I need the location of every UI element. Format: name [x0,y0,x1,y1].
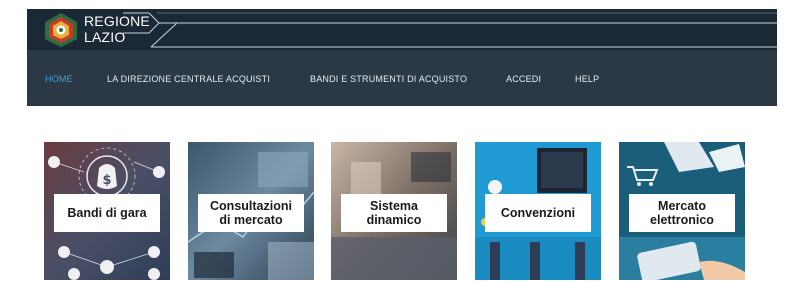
main-navbar: HOME LA DIREZIONE CENTRALE ACQUISTI BAND… [27,50,777,106]
svg-text:$: $ [102,173,111,188]
tile-label: Convenzioni [485,194,591,232]
tile-consultazioni-di-mercato[interactable]: Consultazioni di mercato [188,142,314,280]
tile-label: Consultazioni di mercato [198,194,304,232]
tile-label: Sistema dinamico [341,194,447,232]
tile-convenzioni[interactable]: Convenzioni [475,142,601,280]
tile-sistema-dinamico[interactable]: Sistema dinamico [331,142,457,280]
tile-label: Bandi di gara [54,194,160,232]
nav-bandi-strumenti-acquisto[interactable]: BANDI E STRUMENTI DI ACQUISTO [310,74,467,84]
nav-help[interactable]: HELP [575,74,599,84]
brand-line-1: REGIONE [84,13,150,29]
tile-label: Mercato elettronico [629,194,735,232]
tile-bandi-di-gara[interactable]: $ Bandi di gara [44,142,170,280]
tile-mercato-elettronico[interactable]: Mercato elettronico [619,142,745,280]
brand-line-2: LAZIO [84,29,126,45]
nav-home[interactable]: HOME [45,74,73,84]
nav-accedi[interactable]: ACCEDI [506,74,541,84]
regione-lazio-logo[interactable] [43,12,79,48]
brand-name[interactable]: REGIONE LAZIO [84,13,150,45]
nav-direzione-centrale-acquisti[interactable]: LA DIREZIONE CENTRALE ACQUISTI [107,74,270,84]
